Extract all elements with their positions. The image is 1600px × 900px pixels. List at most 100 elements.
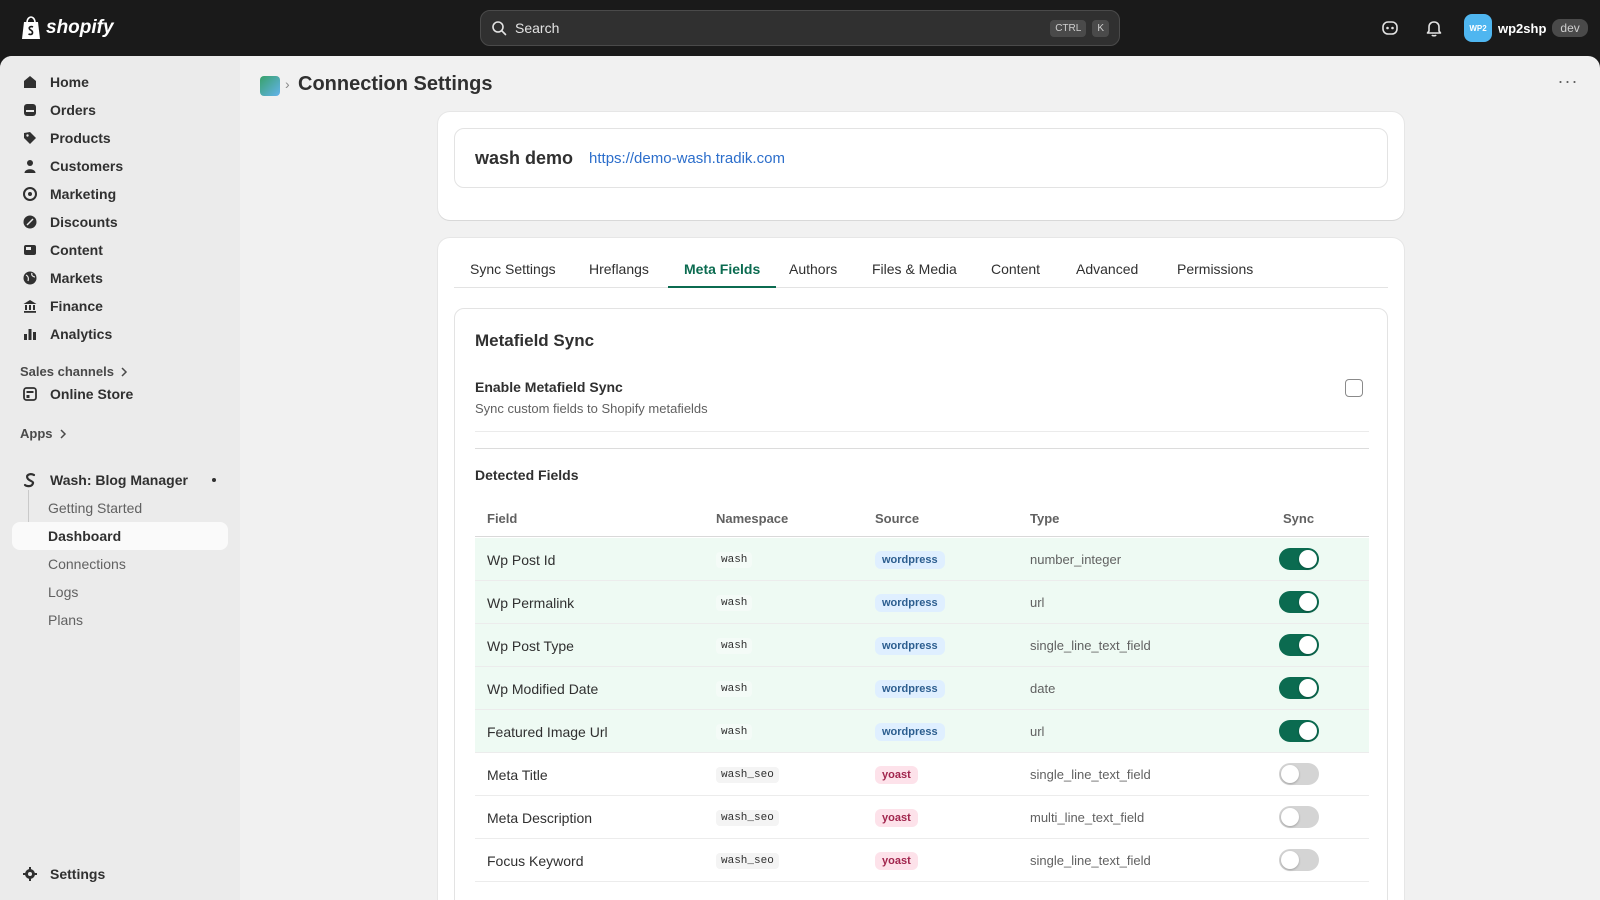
chevron-right-icon [59,428,66,439]
sync-toggle[interactable] [1279,591,1319,613]
sidebar-item-label: Finance [50,298,103,314]
sidebar-item-label: Discounts [50,214,118,230]
sidebar-item-products[interactable]: Products [12,124,228,152]
sidebar-item-wash-app[interactable]: Wash: Blog Manager [12,466,228,494]
namespace-code: wash [716,551,753,568]
sync-toggle[interactable] [1279,677,1319,699]
namespace-cell: wash [716,710,753,753]
sync-toggle[interactable] [1279,849,1319,871]
sidebar-item-content[interactable]: Content [12,236,228,264]
store-badge: dev [1552,19,1588,37]
sidebar-subitem-connections[interactable]: Connections [12,550,228,578]
tab-meta-fields[interactable]: Meta Fields [668,254,777,288]
sidebar-item-settings[interactable]: Settings [12,860,228,888]
table-row: Wp Modified Date wash wordpress date [475,667,1369,710]
sync-toggle[interactable] [1279,806,1319,828]
namespace-code: wash_seo [716,852,779,869]
sidebar-subitem-dashboard[interactable]: Dashboard [12,522,228,550]
toggle-knob [1281,851,1299,869]
tab-permissions[interactable]: Permissions [1161,254,1269,288]
enable-sync-label: Enable Metafield Sync [475,379,623,395]
sidebar-item-label: Markets [50,270,103,286]
divider [475,431,1369,432]
source-badge: yoast [875,765,918,784]
field-name: Meta Description [487,809,593,826]
enable-metafield-sync-checkbox[interactable] [1345,379,1363,397]
sidebar-item-home[interactable]: Home [12,68,228,96]
source-badge: yoast [875,851,918,870]
sidebar-item-label: Marketing [50,186,117,202]
tab-hreflangs[interactable]: Hreflangs [573,254,665,288]
sync-toggle[interactable] [1279,634,1319,656]
tab-authors[interactable]: Authors [773,254,853,288]
table-header: Field Namespace Source Type Sync [475,501,1369,537]
namespace-code: wash [716,680,753,697]
shortcut-k-key: K [1092,19,1109,37]
sidebar-item-finance[interactable]: Finance [12,292,228,320]
sidebar-item-customers[interactable]: Customers [12,152,228,180]
metafield-sync-panel: Metafield Sync Enable Metafield Sync Syn… [454,308,1388,900]
sidebar-subitem-plans[interactable]: Plans [12,606,228,634]
toggle-knob [1299,679,1317,697]
section-title: Metafield Sync [475,331,595,350]
chevron-right-icon [121,366,128,377]
sync-toggle[interactable] [1279,548,1319,570]
sidebar-subitem-getting-started[interactable]: Getting Started [12,494,228,522]
more-actions-button[interactable]: ··· [1556,72,1580,94]
tab-advanced[interactable]: Advanced [1060,254,1154,288]
sidebar-item-markets[interactable]: Markets [12,264,228,292]
apps-header[interactable]: Apps [20,426,67,441]
sidebar-item-label: Products [50,130,111,146]
sidebar-item-orders[interactable]: Orders [12,96,228,124]
content-icon [24,245,36,255]
connection-url-link[interactable]: https://demo-wash.tradik.com [589,150,785,167]
sidebar-item-online-store[interactable]: Online Store [12,380,228,408]
tab-sync-settings[interactable]: Sync Settings [454,254,572,288]
sidebar: Home Orders Products Customers Marketing… [0,56,240,900]
sync-toggle[interactable] [1279,763,1319,785]
namespace-cell: wash [716,667,753,710]
namespace-cell: wash_seo [716,796,779,839]
source-cell: wordpress [875,667,945,710]
sync-toggle[interactable] [1279,720,1319,742]
field-type: multi_line_text_field [1030,810,1145,825]
namespace-code: wash [716,723,753,740]
source-badge: wordpress [875,636,945,655]
source-cell: yoast [875,839,918,882]
namespace-code: wash [716,637,753,654]
sidekick-icon[interactable] [1380,18,1400,38]
bell-icon[interactable] [1424,18,1444,38]
sidebar-item-label: Analytics [50,326,113,342]
sidebar-item-label: Settings [50,866,106,882]
bank-icon [23,300,37,313]
sidebar-item-discounts[interactable]: Discounts [12,208,228,236]
shopify-logo[interactable]: shopify [20,14,114,42]
person-icon [24,160,36,173]
toggle-knob [1299,593,1317,611]
shortcut-ctrl-key: CTRL [1050,19,1087,37]
store-icon [23,387,37,401]
field-name: Wp Modified Date [487,680,599,697]
pin-dot-icon [212,478,216,482]
wash-app-icon [23,473,36,488]
namespace-cell: wash_seo [716,839,779,882]
tab-files-media[interactable]: Files & Media [856,254,973,288]
account-menu[interactable]: WP2 wp2shp dev [1464,14,1588,42]
sales-channels-header[interactable]: Sales channels [20,364,128,379]
table-row: Meta Description wash_seo yoast multi_li… [475,796,1369,839]
sidebar-item-marketing[interactable]: Marketing [12,180,228,208]
sidebar-item-analytics[interactable]: Analytics [12,320,228,348]
tab-content[interactable]: Content [975,254,1056,288]
app-breadcrumb-icon[interactable] [260,76,280,96]
field-type: single_line_text_field [1030,767,1151,782]
search-bar[interactable]: CTRL K [480,10,1120,46]
page-title: Connection Settings [298,73,493,95]
column-header-namespace: Namespace [716,511,789,526]
toggle-knob [1299,722,1317,740]
top-bar: shopify CTRL K WP2 wp2shp dev [0,0,1600,56]
sidebar-subitem-logs[interactable]: Logs [12,578,228,606]
toggle-knob [1299,550,1317,568]
search-input[interactable] [515,20,1045,36]
discount-icon [23,215,37,229]
table-row: Focus Keyword wash_seo yoast single_line… [475,839,1369,882]
